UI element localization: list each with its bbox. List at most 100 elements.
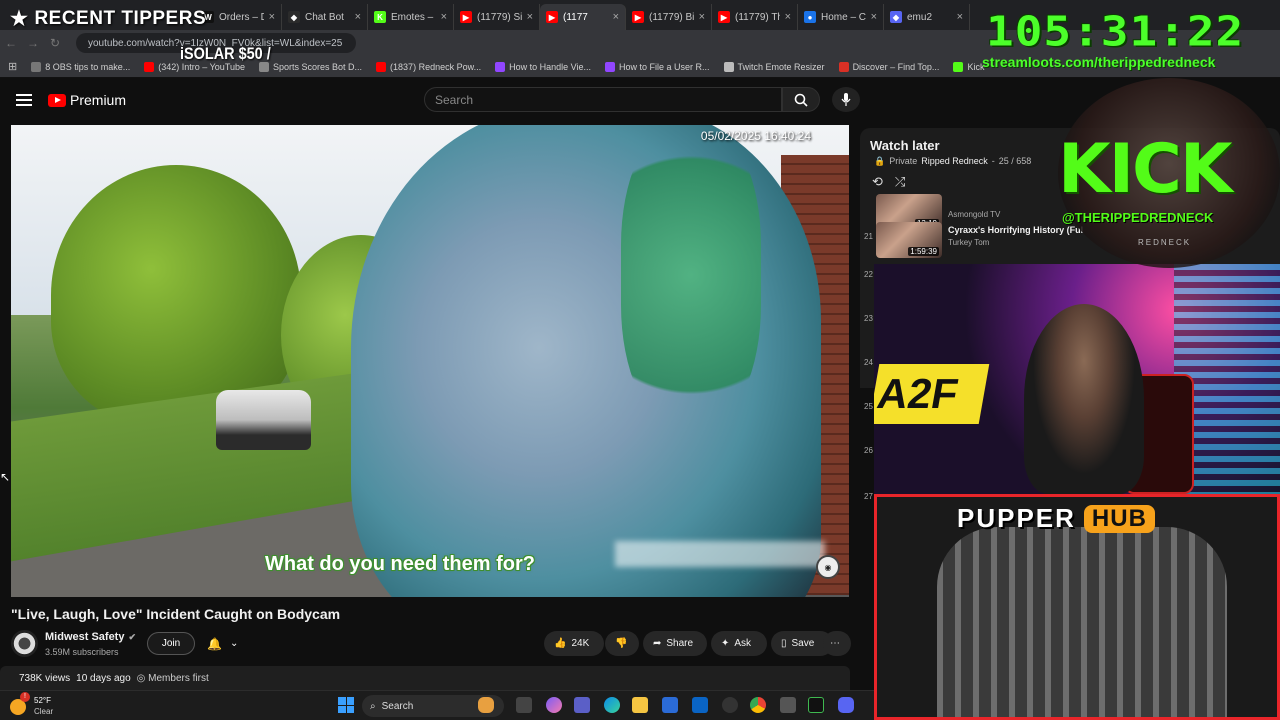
browser-tab[interactable]: ▶ (11779) Th × (712, 4, 798, 30)
task-view-icon[interactable] (516, 697, 532, 713)
tab-favicon-icon: ● (804, 11, 816, 23)
bookmark-item[interactable]: How to File a User R... (605, 61, 710, 72)
windows-taskbar: ! 52°F Clear ⌕ Search (0, 690, 874, 720)
blurred-region (615, 541, 825, 567)
video-description-meta[interactable]: 738K views 10 days ago ◎ Members first (0, 666, 850, 690)
apps-grid-icon[interactable]: ⊞ (8, 60, 17, 73)
start-icon[interactable] (338, 697, 354, 713)
pupper-hub-cam: PUPPER HUB (874, 494, 1280, 720)
like-count: 24K (571, 638, 590, 649)
close-icon[interactable]: × (613, 11, 619, 23)
browser-tab[interactable]: W Orders – D × (196, 4, 282, 30)
playlist-separator: - (991, 156, 995, 166)
playlist-thumbnail[interactable]: 1:59:39 (876, 222, 942, 258)
terminal-icon[interactable] (808, 697, 824, 713)
youtube-logo[interactable]: Premium (48, 92, 126, 108)
bookmark-item[interactable]: How to Handle Vie... (495, 61, 591, 72)
like-button[interactable]: 👍 24K (544, 631, 604, 656)
bookmark-favicon-icon (723, 61, 734, 72)
search-highlight-icon (478, 697, 494, 713)
browser-tab[interactable]: ▶ (11779) Bi × (626, 4, 712, 30)
browser-tab[interactable]: ◆ emu2 × (884, 4, 970, 30)
tab-favicon-icon: ▶ (718, 11, 730, 23)
outlook-icon[interactable] (692, 697, 708, 713)
browser-tab[interactable]: ▶ (11779) Si × (454, 4, 540, 30)
shuffle-icon[interactable]: ⤮ (895, 174, 905, 190)
loop-icon[interactable]: ⟲ (872, 174, 883, 190)
ask-button[interactable]: ✦ Ask (711, 631, 767, 656)
bookmark-icon: ▯ (781, 638, 787, 649)
more-actions-button[interactable]: ⋯ (823, 631, 851, 656)
discord-icon[interactable] (838, 697, 854, 713)
playlist-item-index: 21 (864, 232, 873, 241)
weather-widget[interactable]: ! 52°F Clear (10, 692, 70, 718)
close-icon[interactable]: × (355, 11, 361, 23)
notification-bell-button[interactable]: 🔔 ⌄ (203, 632, 249, 655)
copilot-icon[interactable] (546, 697, 562, 713)
bookmark-favicon-icon (144, 61, 155, 72)
channel-name[interactable]: Midwest Safety ✔ (45, 631, 136, 643)
edge-icon[interactable] (604, 697, 620, 713)
channel-watermark-icon: ◉ (816, 555, 840, 579)
close-icon[interactable]: × (785, 11, 791, 23)
playlist-title[interactable]: Watch later (870, 138, 940, 153)
bookmark-favicon-icon (605, 61, 615, 72)
bookmark-item[interactable]: Kick (953, 61, 984, 72)
bookmark-item[interactable]: Discover – Find Top... (838, 61, 939, 72)
bookmark-item[interactable]: (1837) Redneck Pow... (376, 61, 482, 72)
playlist-subtitle: 🔒 Private Ripped Redneck - 25 / 658 (874, 156, 1031, 167)
bookmark-item[interactable]: Sports Scores Bot D... (259, 61, 363, 72)
back-icon[interactable]: ← (0, 36, 22, 50)
video-scene-green-sleeve (621, 125, 761, 425)
verified-icon: ✔ (128, 631, 137, 642)
chrome-icon[interactable] (750, 697, 766, 713)
youtube-brand-label: Premium (70, 92, 127, 108)
bookmark-favicon-icon (31, 61, 42, 72)
star-icon: ★ (10, 8, 29, 30)
store-icon[interactable] (662, 697, 678, 713)
bookmark-label: Sports Scores Bot D... (273, 61, 363, 72)
save-label: Save (791, 638, 815, 649)
screen: W Orders – D × ◆ Chat Bot × K Emotes – × ▶ (11779… (0, 0, 1280, 720)
menu-icon[interactable] (16, 94, 32, 106)
reload-icon[interactable]: ↻ (44, 36, 66, 50)
playlist-controls: ⟲ ⤮ (872, 174, 905, 190)
bookmark-item[interactable]: Twitch Emote Resizer (723, 61, 825, 72)
voice-search-button[interactable] (832, 87, 860, 112)
browser-tab[interactable]: ▶ (1177 × (540, 4, 626, 30)
bookmark-item[interactable]: 8 OBS tips to make... (31, 61, 130, 72)
bookmark-label: Twitch Emote Resizer (737, 61, 825, 72)
browser-tab[interactable]: ● Home – C × (798, 4, 884, 30)
tab-favicon-icon: K (374, 11, 386, 23)
browser-tab[interactable]: K Emotes – × (368, 4, 454, 30)
browser-tab[interactable]: ◆ Chat Bot × (282, 4, 368, 30)
dislike-button[interactable]: 👎 (605, 631, 639, 656)
members-first-badge: ◎ Members first (136, 672, 209, 684)
close-icon[interactable]: × (441, 11, 447, 23)
close-icon[interactable]: × (527, 11, 533, 23)
playlist-owner[interactable]: Ripped Redneck (921, 156, 988, 167)
search-input[interactable]: Search (424, 87, 782, 112)
bookmark-label: How to File a User R... (619, 61, 710, 72)
tab-label: Orders – D (219, 11, 264, 23)
close-icon[interactable]: × (269, 11, 275, 23)
playlist-index-number: 24 (864, 358, 873, 367)
file-explorer-icon[interactable] (632, 697, 648, 713)
search-button[interactable] (782, 87, 820, 112)
share-button[interactable]: ➦ Share (643, 631, 707, 656)
channel-avatar[interactable] (11, 630, 38, 657)
close-icon[interactable]: × (871, 11, 877, 23)
obs-icon[interactable] (722, 697, 738, 713)
app-icon[interactable] (780, 697, 796, 713)
thumbs-down-icon: 👎 (615, 638, 628, 649)
join-button[interactable]: Join (147, 632, 195, 655)
bookmark-label: (1837) Redneck Pow... (390, 61, 482, 72)
forward-icon[interactable]: → (22, 36, 44, 50)
temperature: 52°F (34, 696, 51, 705)
close-icon[interactable]: × (957, 11, 963, 23)
close-icon[interactable]: × (699, 11, 705, 23)
playlist-item-channel: Asmongold TV (948, 210, 1001, 219)
tab-label: Home – C (821, 11, 866, 23)
teams-icon[interactable] (574, 697, 590, 713)
video-player[interactable]: 05/02/2025 16:40:24 What do you need the… (11, 125, 849, 597)
